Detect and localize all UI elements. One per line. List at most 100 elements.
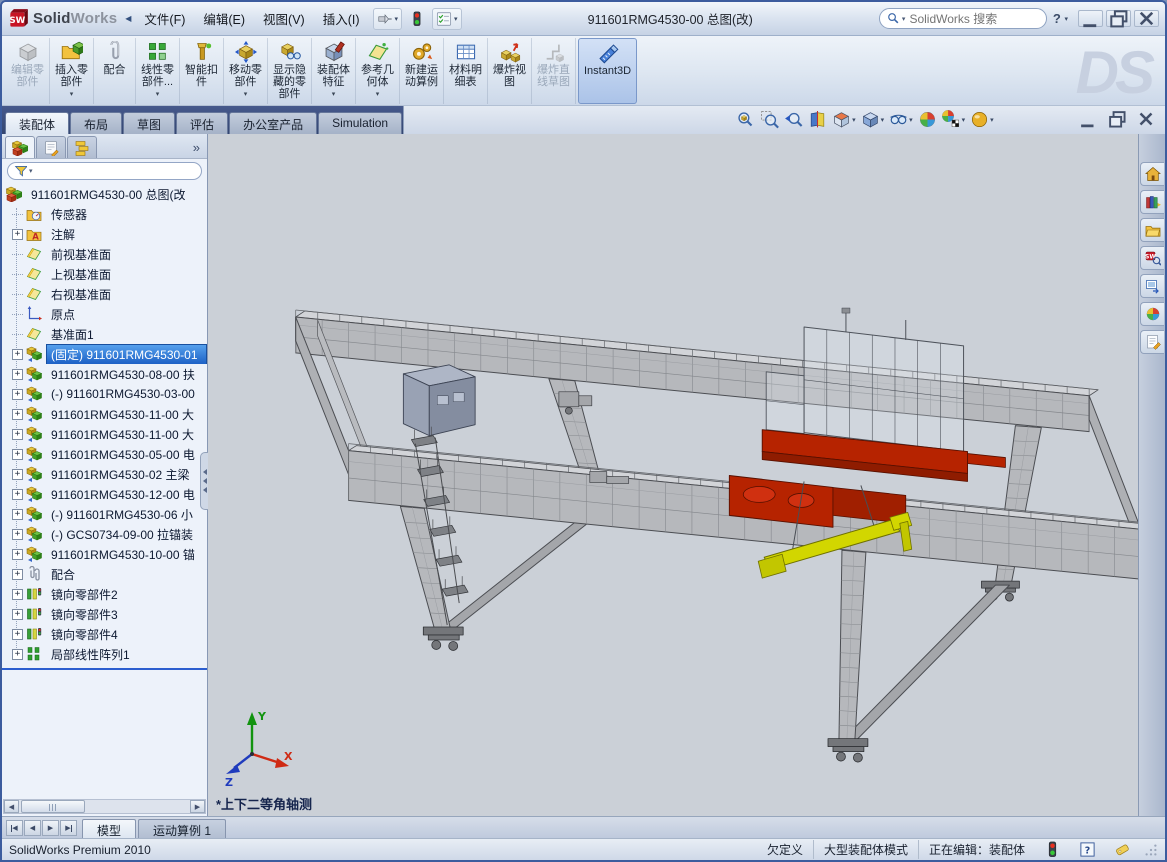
task-list-button[interactable]: ▾ [432, 8, 462, 30]
dropdown-arrow-icon[interactable]: ▾ [244, 89, 248, 101]
expand-icon[interactable]: + [12, 429, 23, 440]
doc-minimize-button[interactable] [1077, 111, 1099, 127]
expand-icon[interactable]: + [12, 489, 23, 500]
doc-restore-button[interactable] [1106, 111, 1128, 127]
status-tag-icon[interactable] [1114, 841, 1131, 858]
expand-icon[interactable]: + [12, 509, 23, 520]
expand-icon[interactable]: + [12, 469, 23, 480]
new-motion-study-button[interactable]: 新建运动算例 [400, 38, 444, 104]
expand-icon[interactable]: + [12, 389, 23, 400]
hide-show-items-button[interactable]: ▾ [887, 108, 915, 131]
mate-button[interactable]: 配合 [94, 38, 136, 104]
dropdown-arrow-icon[interactable]: ▾ [156, 89, 160, 101]
menu-file[interactable]: 文件(F) [135, 5, 194, 32]
status-traffic-light-icon[interactable] [1044, 841, 1061, 858]
tree-item[interactable]: +镜向零部件4 [2, 624, 207, 644]
expand-icon[interactable]: + [12, 549, 23, 560]
tree-item[interactable]: +镜向零部件3 [2, 604, 207, 624]
view-orientation-button[interactable]: ▾ [830, 108, 858, 131]
tab-office-products[interactable]: 办公室产品 [229, 112, 317, 134]
tree-horizontal-scrollbar[interactable]: ◀ ▶ [3, 799, 206, 814]
close-button[interactable] [1134, 10, 1159, 27]
move-component-button[interactable]: 移动零部件▾ [224, 38, 268, 104]
scroll-right-arrow[interactable]: ▶ [190, 800, 205, 813]
tree-item[interactable]: 传感器 [2, 204, 207, 224]
expand-icon[interactable]: + [12, 369, 23, 380]
assembly-features-button[interactable]: 装配体特征▾ [312, 38, 356, 104]
zoom-area-button[interactable] [758, 108, 781, 131]
section-view-button[interactable] [806, 108, 829, 131]
resize-grip[interactable] [1144, 843, 1158, 857]
tree-item[interactable]: +配合 [2, 564, 207, 584]
tab-evaluate[interactable]: 评估 [176, 112, 228, 134]
instant3d-button[interactable]: Instant3D [578, 38, 637, 104]
tab-sketch[interactable]: 草图 [123, 112, 175, 134]
expand-icon[interactable]: + [12, 629, 23, 640]
tree-item[interactable]: 原点 [2, 304, 207, 324]
status-help-icon[interactable]: ? [1079, 841, 1096, 858]
expand-icon[interactable]: + [12, 569, 23, 580]
expand-icon[interactable]: + [12, 349, 23, 360]
menu-collapse-icon[interactable]: ◀ [123, 12, 133, 25]
tree-item[interactable]: 前视基准面 [2, 244, 207, 264]
dropdown-arrow-icon[interactable]: ▾ [70, 89, 74, 101]
zoom-fit-button[interactable] [734, 108, 757, 131]
expand-icon[interactable]: + [12, 589, 23, 600]
insert-component-button[interactable]: 插入零部件▾ [50, 38, 94, 104]
tree-item[interactable]: +911601RMG4530-12-00 电 [2, 484, 207, 504]
panel-splitter[interactable] [200, 452, 208, 510]
tree-item[interactable]: 上视基准面 [2, 264, 207, 284]
tab-simulation[interactable]: Simulation [318, 112, 402, 134]
view-settings-button[interactable]: ▾ [940, 108, 968, 131]
filter-dropdown-arrow[interactable]: ▾ [29, 167, 33, 175]
scroll-left-arrow[interactable]: ◀ [4, 800, 19, 813]
tree-item[interactable]: +(固定) 911601RMG4530-01 [2, 344, 207, 364]
pin-menu-button[interactable]: ▾ [373, 8, 403, 30]
menu-insert[interactable]: 插入(I) [314, 5, 369, 32]
featuremanager-tab[interactable] [5, 136, 35, 158]
expand-icon[interactable]: + [12, 229, 23, 240]
tree-item[interactable]: +911601RMG4530-08-00 扶 [2, 364, 207, 384]
previous-view-button[interactable] [782, 108, 805, 131]
last-tab-button[interactable]: ▶ [60, 820, 77, 836]
tree-item[interactable]: +(-) GCS0734-09-00 拉锚装 [2, 524, 207, 544]
show-hidden-components-button[interactable]: 显示隐藏的零部件 [268, 38, 312, 104]
reference-geometry-button[interactable]: 参考几何体▾ [356, 38, 400, 104]
apply-scene-button[interactable] [916, 108, 939, 131]
menu-view[interactable]: 视图(V) [254, 5, 314, 32]
solidworks-search-button[interactable]: SW [1140, 246, 1164, 270]
model-tab[interactable]: 模型 [82, 819, 136, 838]
minimize-button[interactable] [1078, 10, 1103, 27]
tree-item[interactable]: +911601RMG4530-10-00 锚 [2, 544, 207, 564]
tree-item[interactable]: 右视基准面 [2, 284, 207, 304]
dropdown-arrow-icon[interactable]: ▾ [332, 89, 336, 101]
tab-layout[interactable]: 布局 [70, 112, 122, 134]
tree-item[interactable]: +(-) 911601RMG4530-03-00 [2, 384, 207, 404]
tree-item[interactable]: +911601RMG4530-11-00 大 [2, 424, 207, 444]
custom-properties-button[interactable] [1140, 330, 1164, 354]
edit-appearance-button[interactable]: ▾ [968, 108, 996, 131]
view-palette-button[interactable] [1140, 274, 1164, 298]
expand-icon[interactable]: + [12, 409, 23, 420]
maximize-button[interactable] [1106, 10, 1131, 27]
bill-of-materials-button[interactable]: 材料明细表 [444, 38, 488, 104]
tree-item[interactable]: +(-) 911601RMG4530-06 小 [2, 504, 207, 524]
performance-light-button[interactable] [405, 8, 429, 30]
exploded-view-button[interactable]: 爆炸视图 [488, 38, 532, 104]
tree-root-item[interactable]: 911601RMG4530-00 总图(改 [2, 184, 207, 204]
smart-fasteners-button[interactable]: 智能扣件 [180, 38, 224, 104]
solidworks-resources-button[interactable] [1140, 162, 1164, 186]
expand-icon[interactable]: + [12, 529, 23, 540]
tree-item[interactable]: +局部线性阵列1 [2, 644, 207, 664]
panel-overflow-chevron[interactable]: » [193, 140, 204, 158]
first-tab-button[interactable]: ◀ [6, 820, 23, 836]
motion-study-tab[interactable]: 运动算例 1 [138, 819, 226, 838]
search-box[interactable]: ▾ [879, 8, 1047, 29]
scrollbar-thumb[interactable] [21, 800, 85, 813]
expand-icon[interactable]: + [12, 449, 23, 460]
graphics-area[interactable]: Y X Z *上下二等角轴测 [208, 134, 1138, 816]
tree-item[interactable]: +911601RMG4530-05-00 电 [2, 444, 207, 464]
tab-assembly[interactable]: 装配体 [5, 112, 69, 134]
expand-icon[interactable]: + [12, 609, 23, 620]
next-tab-button[interactable]: ▶ [42, 820, 59, 836]
